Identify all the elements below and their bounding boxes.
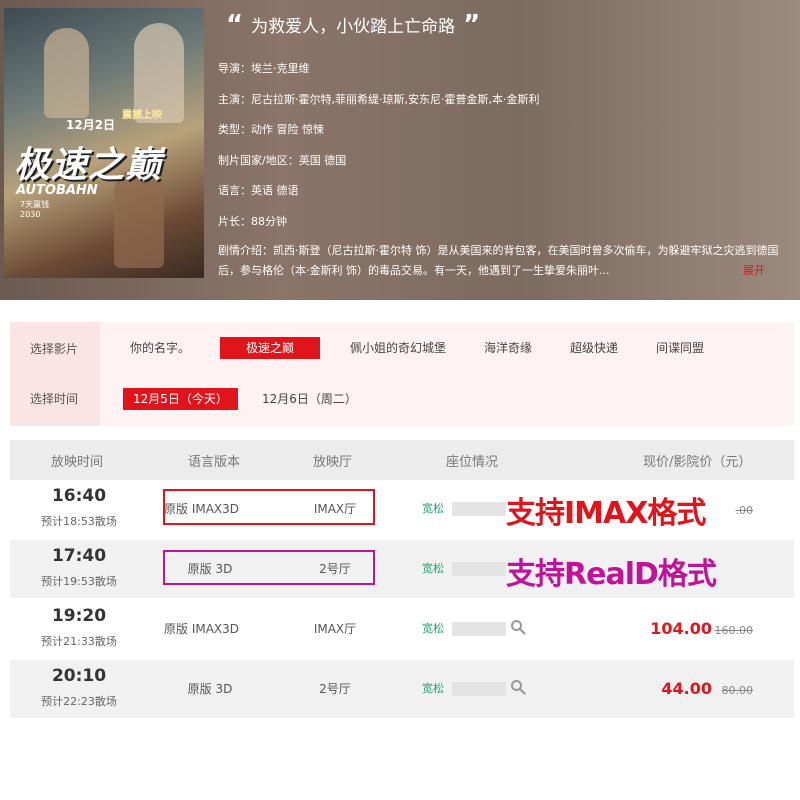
- genre-info: 类型：动作 冒险 惊悚: [218, 123, 324, 136]
- date-option[interactable]: 12月6日（周二）: [252, 388, 367, 410]
- current-price: 104.00: [650, 619, 712, 638]
- imax-highlight-box: [163, 489, 375, 525]
- search-icon[interactable]: [510, 679, 526, 695]
- film-option[interactable]: 佩小姐的奇幻城堡: [340, 337, 456, 359]
- showtime-table-header: 放映时间 语言版本 放映厅 座位情况 现价/影院价（元）: [10, 440, 794, 480]
- seat-bar: [452, 682, 506, 696]
- header-seat: 座位情况: [446, 455, 499, 470]
- quote-close-icon: ”: [463, 9, 481, 40]
- header-lang: 语言版本: [188, 455, 241, 470]
- show-time: 17:40: [51, 546, 107, 566]
- language-info: 语言：英语 德语: [218, 184, 299, 197]
- language-version: 原版 3D: [187, 682, 233, 696]
- imax-annotation: 支持IMAX格式: [506, 496, 706, 531]
- show-time: 20:10: [51, 666, 107, 686]
- seat-status: 宽松: [422, 562, 444, 575]
- end-time: 预计19:53散场: [41, 575, 117, 588]
- hall-name: IMAX厅: [313, 622, 357, 636]
- seat-bar: [452, 502, 506, 516]
- director-info: 导演：埃兰·克里维: [218, 62, 310, 75]
- expand-link[interactable]: 展开: [743, 262, 765, 278]
- poster-date: 12月2日: [66, 118, 116, 132]
- seat-bar: [452, 562, 506, 576]
- header-time: 放映时间: [51, 455, 104, 470]
- film-option[interactable]: 海洋奇缘: [474, 337, 542, 359]
- show-time: 19:20: [51, 606, 107, 626]
- synopsis: 剧情介绍：凯西·斯登（尼古拉斯·霍尔特 饰）是从美国来的背包客，在美国时曾多次偷…: [218, 244, 779, 277]
- poster-title: 极速之巅: [14, 145, 163, 186]
- cast-info: 主演：尼古拉斯·霍尔特,菲丽希缇·琼斯,安东尼·霍普金斯,本·金斯利: [218, 93, 540, 106]
- film-filter-label: 选择影片: [30, 342, 79, 356]
- hall-name: 2号厅: [319, 682, 351, 696]
- movie-hero: 12月2日 震撼上映 极速之巅 AUTOBAHN 7天赢钱 2030 “ 为救爱…: [0, 0, 800, 300]
- film-option[interactable]: 你的名字。: [120, 337, 200, 359]
- film-option[interactable]: 超级快递: [560, 337, 628, 359]
- showtime-filter: 选择影片 选择时间 你的名字。 极速之巅 佩小姐的奇幻城堡 海洋奇缘 超级快递 …: [10, 322, 794, 426]
- reald-highlight-box: [163, 550, 375, 585]
- poster-date-note: 震撼上映: [122, 110, 162, 121]
- film-option[interactable]: 间谍同盟: [646, 337, 714, 359]
- table-row[interactable]: 19:20 预计21:33散场 原版 IMAX3D IMAX厅 宽松 104.0…: [10, 600, 794, 658]
- seat-bar: [452, 622, 506, 636]
- original-price: .00: [735, 504, 754, 517]
- film-option-selected[interactable]: 极速之巅: [220, 337, 320, 359]
- poster-english-title: AUTOBAHN: [16, 183, 98, 198]
- seat-status: 宽松: [422, 502, 444, 515]
- header-price: 现价/影院价（元）: [643, 455, 752, 470]
- end-time: 预计21:33散场: [41, 635, 117, 648]
- seat-status: 宽松: [422, 622, 444, 635]
- search-icon[interactable]: [510, 619, 526, 635]
- movie-poster[interactable]: 12月2日 震撼上映 极速之巅 AUTOBAHN 7天赢钱 2030: [4, 8, 204, 278]
- end-time: 预计22:23散场: [41, 695, 117, 708]
- reald-annotation: 支持RealD格式: [506, 557, 717, 592]
- poster-small-text: 7天赢钱 2030: [20, 200, 50, 219]
- current-price: 44.00: [661, 679, 712, 698]
- poster-figure: [44, 28, 89, 118]
- date-option-selected[interactable]: 12月5日（今天）: [123, 388, 238, 410]
- seat-status: 宽松: [422, 682, 444, 695]
- original-price: 160.00: [714, 624, 754, 637]
- filter-label-column: [10, 322, 100, 426]
- tagline-text: 为救爱人，小伙踏上亡命路: [251, 17, 456, 37]
- original-price: 80.00: [721, 684, 754, 697]
- end-time: 预计18:53散场: [41, 515, 117, 528]
- country-info: 制片国家/地区：英国 德国: [218, 154, 347, 167]
- quote-open-icon: “: [226, 9, 244, 40]
- header-hall: 放映厅: [313, 455, 353, 470]
- show-time: 16:40: [51, 486, 107, 506]
- table-row[interactable]: 20:10 预计22:23散场 原版 3D 2号厅 宽松 44.00 80.00: [10, 660, 794, 718]
- time-filter-label: 选择时间: [30, 392, 79, 406]
- runtime-info: 片长：88分钟: [218, 215, 287, 228]
- language-version: 原版 IMAX3D: [164, 622, 240, 636]
- movie-tagline: “ 为救爱人，小伙踏上亡命路 ”: [218, 9, 488, 40]
